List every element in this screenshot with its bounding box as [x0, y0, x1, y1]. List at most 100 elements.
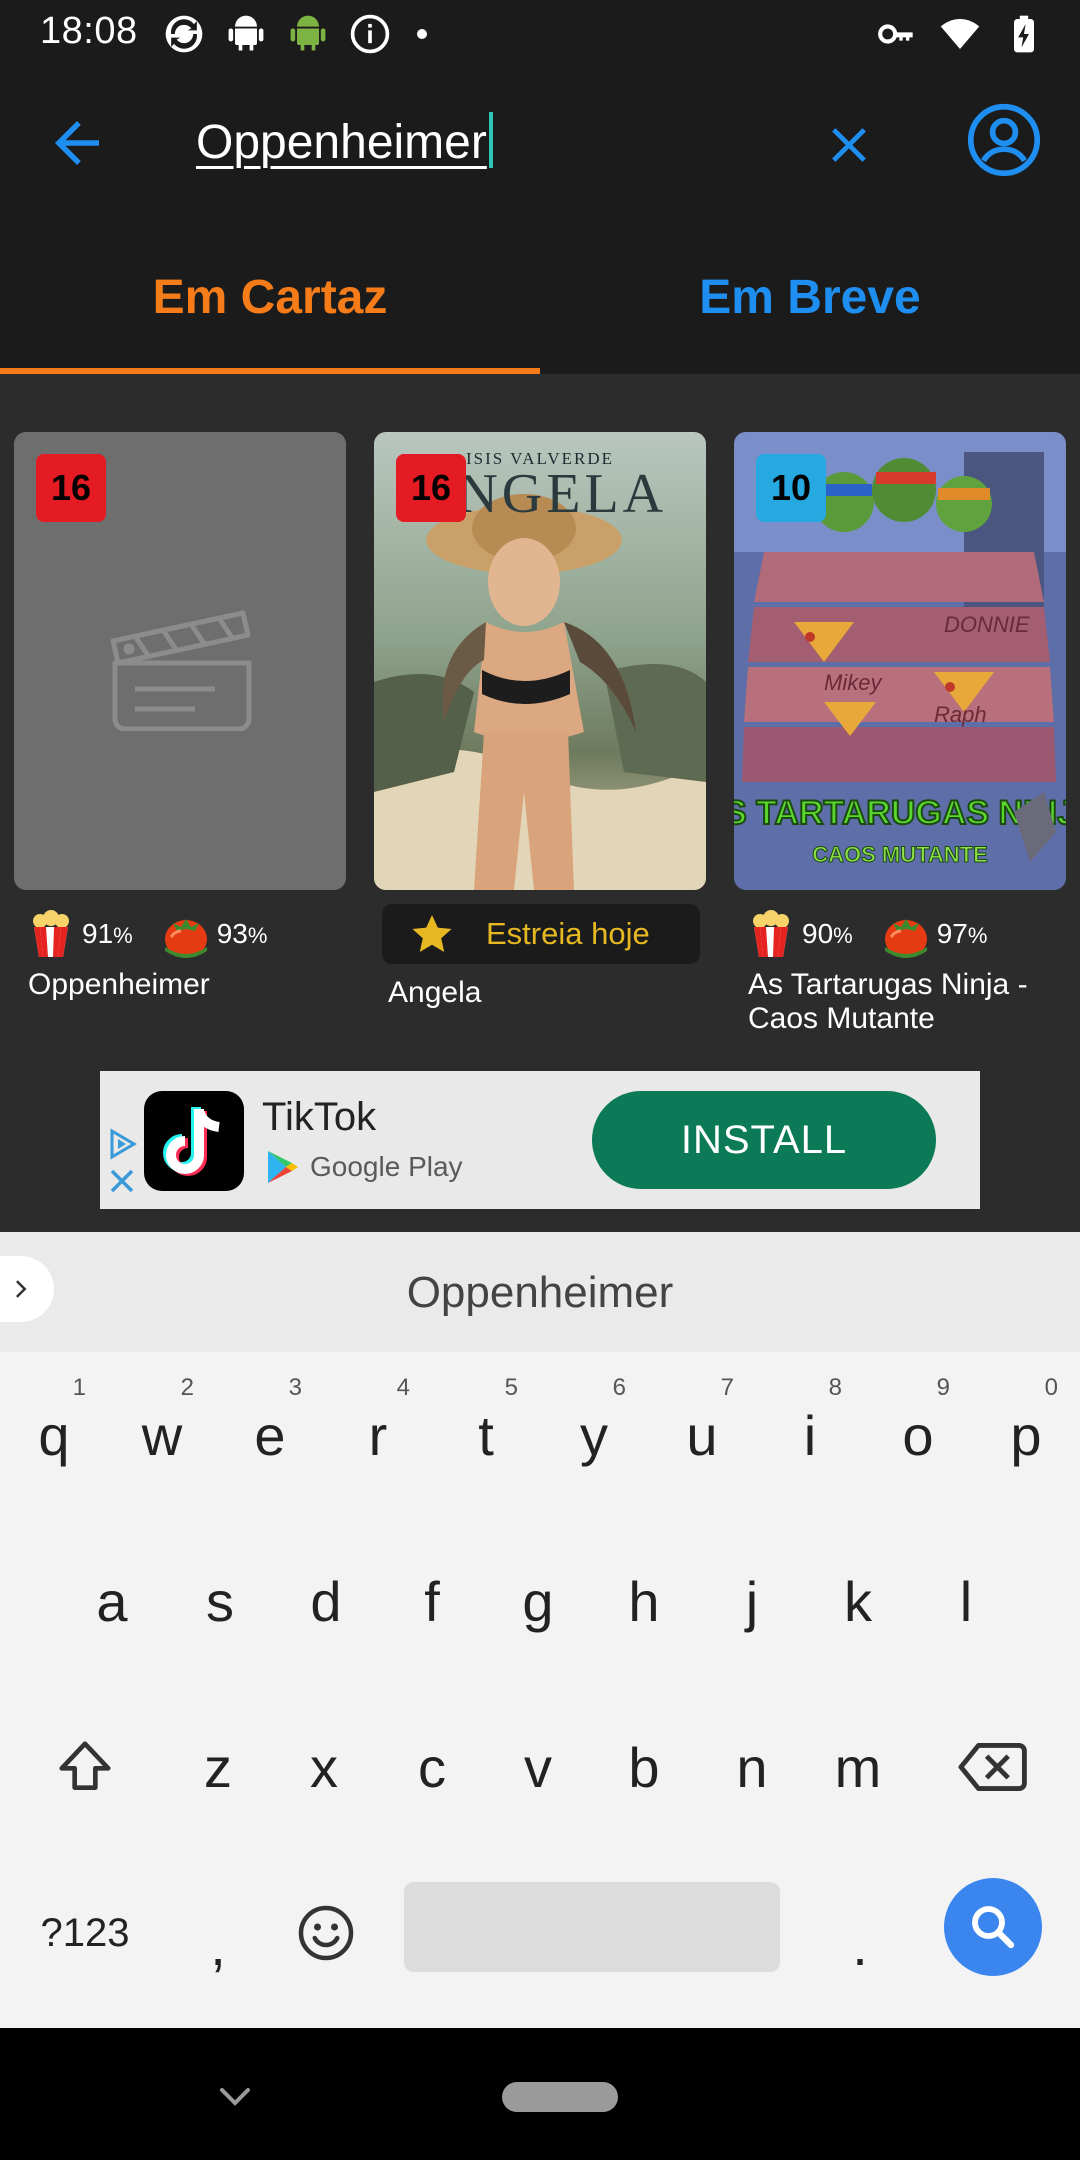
- key-m[interactable]: m: [804, 1684, 912, 1850]
- sync-icon: [165, 15, 203, 53]
- key-e[interactable]: e3: [216, 1352, 324, 1518]
- android-icon: [228, 15, 264, 51]
- key-j[interactable]: j: [698, 1518, 806, 1684]
- key-n[interactable]: n: [698, 1684, 806, 1850]
- critic-rating: 93%: [163, 909, 268, 959]
- key-q[interactable]: q1: [0, 1352, 108, 1518]
- key-c[interactable]: c: [378, 1684, 486, 1850]
- key-b[interactable]: b: [590, 1684, 698, 1850]
- key-v[interactable]: v: [484, 1684, 592, 1850]
- tomato-icon: [884, 919, 927, 958]
- movie-title[interactable]: As Tartarugas Ninja - Caos Mutante: [734, 968, 1066, 1036]
- key-f[interactable]: f: [378, 1518, 486, 1684]
- key-row-2: a s d f g h j k l: [0, 1518, 1080, 1684]
- close-icon[interactable]: [820, 116, 878, 174]
- premiere-badge: Estreia hoje: [382, 904, 700, 964]
- audience-score: 90%: [802, 918, 853, 949]
- key-x[interactable]: x: [270, 1684, 378, 1850]
- suggestion-bar: Oppenheimer: [0, 1232, 1080, 1352]
- dot-icon: [417, 29, 427, 39]
- popcorn-icon: [753, 910, 789, 957]
- ad-banner[interactable]: TikTok Google Play INSTALL: [100, 1071, 980, 1209]
- key-w[interactable]: w2: [108, 1352, 216, 1518]
- audience-score: 91%: [82, 918, 133, 949]
- comma-key[interactable]: ,: [164, 1850, 272, 2016]
- movie-poster[interactable]: DONNIE Mikey Raph AS TARTARUGAS NINJA CA…: [734, 432, 1066, 890]
- period-key[interactable]: .: [806, 1850, 914, 2016]
- movie-poster[interactable]: 16: [14, 432, 346, 890]
- audience-rating: 91%: [28, 909, 133, 959]
- info-icon: [350, 14, 390, 54]
- key-p[interactable]: p0: [972, 1352, 1080, 1518]
- movie-title[interactable]: Angela: [374, 976, 706, 1010]
- ad-app-name: TikTok: [262, 1095, 377, 1139]
- key-row-4: ?123 , .: [0, 1850, 1080, 2016]
- wifi-icon: [940, 19, 980, 49]
- key-r[interactable]: r4: [324, 1352, 432, 1518]
- key-z[interactable]: z: [164, 1684, 272, 1850]
- key-i[interactable]: i8: [756, 1352, 864, 1518]
- svg-text:CAOS MUTANTE: CAOS MUTANTE: [812, 842, 988, 867]
- critic-score: 93%: [216, 918, 268, 949]
- shift-icon: [59, 1741, 111, 1790]
- popcorn-icon: [33, 910, 69, 957]
- svg-text:DONNIE: DONNIE: [944, 612, 1030, 637]
- movie-card[interactable]: 16 91% 93% Oppenheimer: [14, 432, 346, 1002]
- key-l[interactable]: l: [912, 1518, 1020, 1684]
- critic-rating: 97%: [883, 909, 988, 959]
- account-icon[interactable]: [966, 102, 1042, 178]
- shift-key[interactable]: [30, 1684, 140, 1850]
- tab-em-breve[interactable]: Em Breve: [540, 220, 1080, 374]
- home-handle[interactable]: [502, 2082, 618, 2112]
- system-nav-bar: [0, 2028, 1080, 2160]
- age-rating-badge: 16: [396, 454, 466, 522]
- search-input[interactable]: Oppenheimer: [196, 112, 493, 170]
- tab-bar: Em Cartaz Em Breve: [0, 220, 1080, 374]
- search-field[interactable]: Oppenheimer: [196, 106, 756, 176]
- tomato-icon: [164, 919, 207, 958]
- key-g[interactable]: g: [484, 1518, 592, 1684]
- clapperboard-icon: [110, 610, 252, 731]
- premiere-label: Estreia hoje: [486, 916, 650, 951]
- movie-title[interactable]: Oppenheimer: [14, 968, 346, 1002]
- tiktok-logo-icon[interactable]: [144, 1091, 244, 1191]
- svg-text:Mikey: Mikey: [824, 670, 883, 695]
- key-d[interactable]: d: [272, 1518, 380, 1684]
- key-a[interactable]: a: [58, 1518, 166, 1684]
- movie-card[interactable]: ISIS VALVERDE ANGELA 16 Estreia hoje Ang…: [374, 432, 706, 1010]
- key-o[interactable]: o9: [864, 1352, 972, 1518]
- android-green-icon: [290, 15, 326, 51]
- age-rating-badge: 16: [36, 454, 106, 522]
- key-s[interactable]: s: [166, 1518, 274, 1684]
- chevron-down-icon[interactable]: [214, 2082, 256, 2112]
- arrow-back-icon[interactable]: [44, 110, 110, 176]
- status-bar: 18:08: [0, 0, 1080, 66]
- symbols-key[interactable]: ?123: [20, 1850, 150, 2016]
- key-icon: [878, 24, 913, 44]
- install-button[interactable]: INSTALL: [592, 1091, 936, 1189]
- key-y[interactable]: y6: [540, 1352, 648, 1518]
- svg-text:Raph: Raph: [934, 702, 987, 727]
- key-h[interactable]: h: [590, 1518, 698, 1684]
- ad-store: Google Play: [266, 1149, 463, 1185]
- keyboard-search-button[interactable]: [944, 1878, 1042, 1976]
- top-app-bar: Oppenheimer: [0, 66, 1080, 220]
- battery-charging-icon: [1014, 15, 1034, 53]
- key-t[interactable]: t5: [432, 1352, 540, 1518]
- ad-choices-icon[interactable]: [106, 1127, 140, 1197]
- movie-card[interactable]: DONNIE Mikey Raph AS TARTARUGAS NINJA CA…: [734, 432, 1066, 1036]
- emoji-icon: [298, 1905, 354, 1961]
- tab-em-cartaz[interactable]: Em Cartaz: [0, 220, 540, 374]
- critic-score: 97%: [936, 918, 988, 949]
- emoji-key[interactable]: [272, 1850, 380, 2016]
- suggestion-word[interactable]: Oppenheimer: [0, 1268, 1080, 1318]
- movie-poster[interactable]: ISIS VALVERDE ANGELA 16: [374, 432, 706, 890]
- space-key[interactable]: [404, 1882, 780, 1972]
- google-play-icon: [268, 1151, 298, 1183]
- soft-keyboard: Oppenheimer q1 w2 e3 r4 t5 y6 u7 i8 o9 p…: [0, 1232, 1080, 2028]
- status-time: 18:08: [40, 10, 138, 52]
- backspace-key[interactable]: [936, 1684, 1048, 1850]
- key-u[interactable]: u7: [648, 1352, 756, 1518]
- text-cursor: [488, 112, 493, 168]
- key-k[interactable]: k: [804, 1518, 912, 1684]
